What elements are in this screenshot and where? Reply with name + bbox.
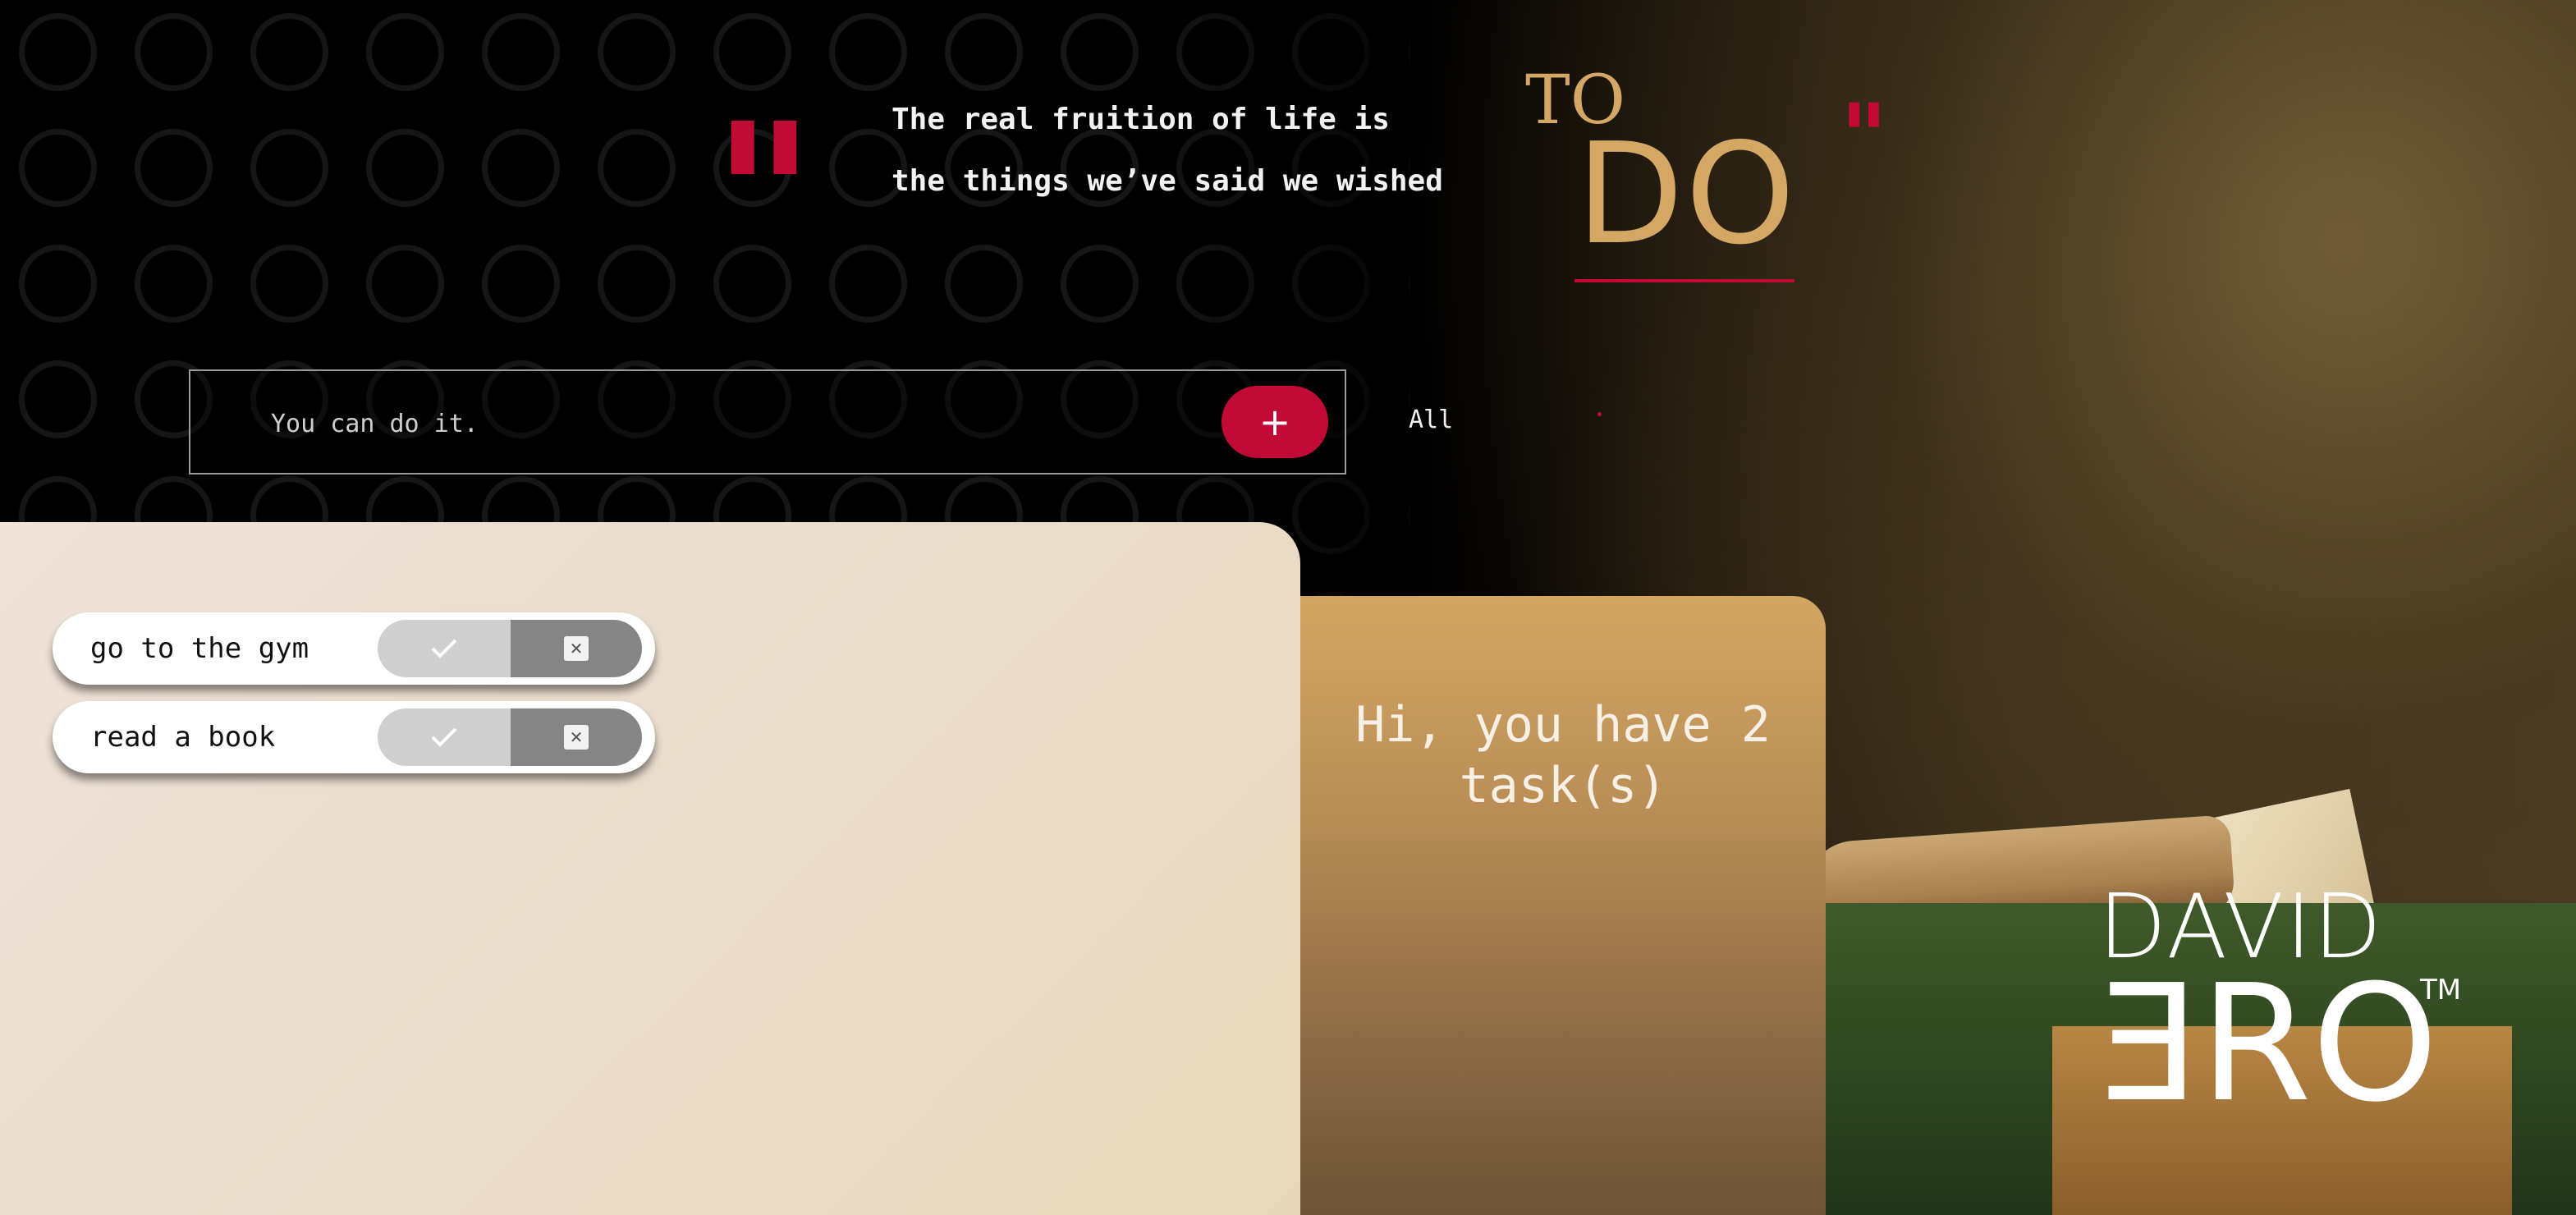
complete-button[interactable] [378, 620, 511, 677]
decorative-dot [1597, 412, 1602, 416]
quote-close-mark: " [1840, 84, 1888, 190]
check-icon [431, 727, 457, 747]
quote-line-2: the things we’ve said we wished [892, 164, 1443, 198]
close-icon: ✕ [564, 636, 589, 661]
plus-icon: + [1258, 400, 1291, 444]
quote-line-1: The real fruition of life is [892, 103, 1390, 136]
summary-panel: Hi, you have 2 task(s) [1300, 596, 1826, 1215]
quote-open-mark: " [713, 80, 816, 311]
complete-button[interactable] [378, 708, 511, 766]
title-do: DO [1576, 113, 1797, 276]
delete-button[interactable]: ✕ [511, 708, 642, 766]
todo-input-container: + [189, 369, 1346, 475]
delete-button[interactable]: ✕ [511, 620, 642, 677]
filter-select[interactable]: All [1409, 406, 1453, 434]
todo-list-panel: go to the gym ✕ read a book ✕ [0, 522, 1300, 1215]
quote-text: The real fruition of life is the things … [892, 89, 1515, 212]
add-todo-button[interactable]: + [1222, 386, 1328, 458]
brand-logo: DAVID ƎRO TM [2098, 883, 2461, 1138]
title-underline [1574, 279, 1794, 282]
todo-item: go to the gym ✕ [53, 612, 655, 685]
check-icon [431, 639, 457, 658]
greeting-line-2: task(s) [1459, 757, 1667, 814]
logo-bottom-text: ƎRO [2098, 951, 2439, 1138]
todo-item-text: go to the gym [90, 632, 309, 665]
todo-item-text: read a book [90, 721, 276, 754]
trademark-mark: TM [2420, 974, 2462, 1006]
close-icon: ✕ [564, 725, 589, 750]
todo-input[interactable] [269, 396, 1217, 452]
greeting-line-1: Hi, you have 2 [1355, 696, 1771, 754]
todo-item: read a book ✕ [53, 701, 655, 773]
task-count-greeting: Hi, you have 2 task(s) [1300, 695, 1826, 816]
